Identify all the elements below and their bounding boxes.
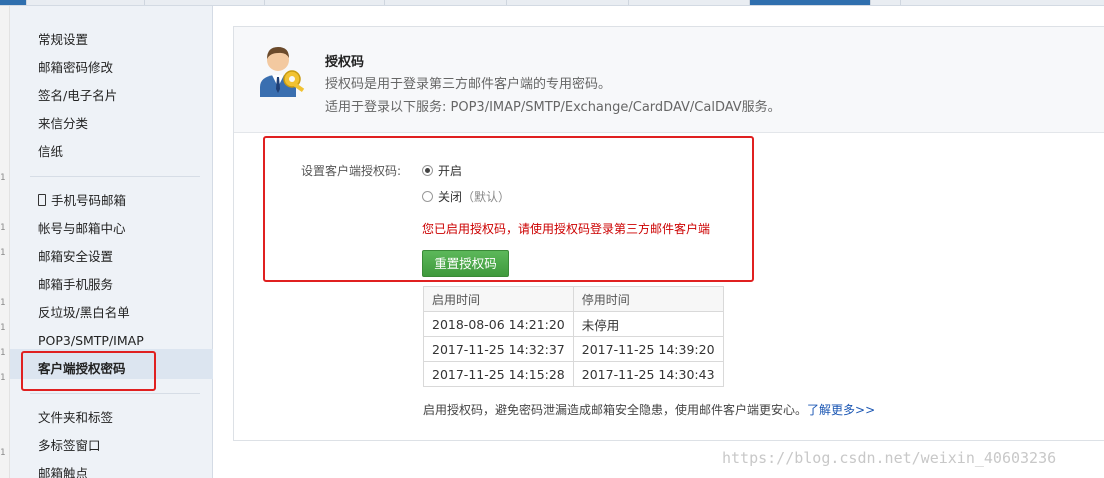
- panel-header: 授权码 授权码是用于登录第三方邮件客户端的专用密码。 适用于登录以下服务: PO…: [234, 27, 1104, 133]
- sidebar-item-pop3-smtp-imap[interactable]: POP3/SMTP/IMAP: [38, 331, 144, 351]
- header-services: 适用于登录以下服务: POP3/IMAP/SMTP/Exchange/CardD…: [325, 100, 781, 115]
- line-number: 1: [0, 323, 6, 333]
- sidebar-item-mail-filter[interactable]: 来信分类: [38, 114, 88, 134]
- footnote: 启用授权码，避免密码泄漏造成邮箱安全隐患，使用邮件客户端更安心。了解更多>>: [423, 401, 875, 418]
- line-number: 1: [0, 248, 6, 258]
- column-header-enabled: 启用时间: [423, 286, 574, 312]
- table-cell: 2017-11-25 14:39:20: [572, 336, 724, 362]
- sidebar-item-mail-touch[interactable]: 邮箱触点: [38, 464, 88, 478]
- watermark: https://blog.csdn.net/weixin_40603236: [722, 449, 1057, 467]
- column-header-disabled: 停用时间: [572, 286, 724, 312]
- table-cell: 2017-11-25 14:32:37: [423, 336, 574, 362]
- sidebar-item-phone-mailbox[interactable]: 手机号码邮箱: [38, 191, 126, 211]
- top-tab-active[interactable]: [750, 0, 871, 5]
- table-row: 2017-11-25 14:15:28 2017-11-25 14:30:43: [423, 361, 724, 387]
- top-tab[interactable]: [145, 0, 265, 5]
- auth-code-log-table: 启用时间 停用时间 2018-08-06 14:21:20 未停用 2017-1…: [423, 286, 724, 387]
- top-tab[interactable]: [265, 0, 385, 5]
- top-tab[interactable]: [27, 0, 145, 5]
- sidebar-item-password[interactable]: 邮箱密码修改: [38, 58, 113, 78]
- table-header-row: 启用时间 停用时间: [423, 286, 724, 312]
- sidebar-item-security[interactable]: 邮箱安全设置: [38, 247, 113, 267]
- page-title: 授权码: [325, 55, 365, 70]
- line-number-gutter: 1 1 1 1 1 1 1 1: [0, 6, 10, 478]
- top-tab[interactable]: [507, 0, 629, 5]
- footnote-text: 启用授权码，避免密码泄漏造成邮箱安全隐患，使用邮件客户端更安心。: [423, 403, 808, 417]
- table-row: 2018-08-06 14:21:20 未停用: [423, 311, 724, 337]
- line-number: 1: [0, 223, 6, 233]
- user-key-icon: [260, 47, 305, 97]
- sidebar-item-signature[interactable]: 签名/电子名片: [38, 86, 117, 106]
- sidebar-item-spam-filter[interactable]: 反垃圾/黑白名单: [38, 303, 130, 323]
- top-tab[interactable]: [0, 0, 27, 5]
- annotation-highlight-box: [263, 136, 754, 282]
- top-tab[interactable]: [385, 0, 507, 5]
- sidebar-divider: [30, 393, 200, 394]
- table-cell: 未停用: [572, 311, 724, 337]
- table-cell: 2017-11-25 14:15:28: [423, 361, 574, 387]
- line-number: 1: [0, 373, 6, 383]
- sidebar-item-folders-labels[interactable]: 文件夹和标签: [38, 408, 113, 428]
- line-number: 1: [0, 448, 6, 458]
- annotation-highlight-box: [21, 351, 156, 391]
- table-cell: 2018-08-06 14:21:20: [423, 311, 574, 337]
- learn-more-link[interactable]: 了解更多>>: [807, 403, 875, 417]
- line-number: 1: [0, 298, 6, 308]
- sidebar-item-general[interactable]: 常规设置: [38, 30, 88, 50]
- sidebar-divider: [30, 176, 200, 177]
- sidebar-item-label: 手机号码邮箱: [51, 193, 127, 208]
- sidebar-item-account-center[interactable]: 帐号与邮箱中心: [38, 219, 126, 239]
- top-tab[interactable]: [629, 0, 750, 5]
- header-description: 授权码是用于登录第三方邮件客户端的专用密码。: [325, 77, 612, 92]
- phone-icon: [38, 194, 46, 206]
- sidebar-item-multi-tab[interactable]: 多标签窗口: [38, 436, 101, 456]
- sidebar-item-mobile-service[interactable]: 邮箱手机服务: [38, 275, 113, 295]
- table-row: 2017-11-25 14:32:37 2017-11-25 14:39:20: [423, 336, 724, 362]
- top-tab[interactable]: [871, 0, 901, 5]
- line-number: 1: [0, 348, 6, 358]
- line-number: 1: [0, 173, 6, 183]
- table-cell: 2017-11-25 14:30:43: [572, 361, 724, 387]
- sidebar-item-stationery[interactable]: 信纸: [38, 142, 63, 162]
